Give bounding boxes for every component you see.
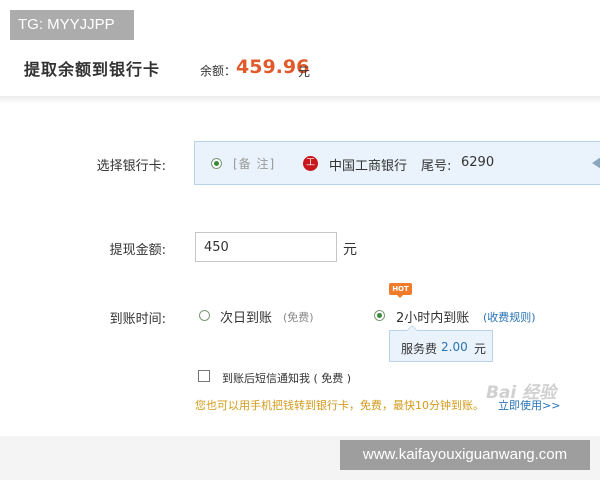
card-tail-label: 尾号: bbox=[421, 159, 452, 174]
bank-card-label: 选择银行卡: bbox=[96, 159, 166, 174]
bank-card-option[interactable]: [备 注] 工 中国工商银行 尾号: 6290 bbox=[194, 141, 600, 185]
icbc-logo-icon: 工 bbox=[303, 156, 318, 171]
hot-badge: HOT bbox=[389, 283, 412, 298]
header-divider bbox=[0, 96, 600, 104]
page-title: 提取余额到银行卡 bbox=[24, 60, 161, 79]
card-pointer-icon bbox=[592, 155, 600, 171]
sms-notify-checkbox[interactable] bbox=[198, 370, 210, 382]
service-fee-label: 服务费 bbox=[401, 342, 438, 356]
amount-label: 提现金额: bbox=[109, 243, 166, 258]
mobile-transfer-tip: 您也可以用手机把钱转到银行卡，免费，最快10分钟到账。 bbox=[195, 399, 484, 412]
two-hour-radio[interactable] bbox=[374, 310, 385, 321]
amount-unit: 元 bbox=[343, 242, 357, 258]
tg-watermark-tag: TG: MYYJJPP bbox=[10, 10, 134, 40]
service-fee-unit: 元 bbox=[474, 342, 487, 356]
two-hour-option-label[interactable]: 2小时内到账 bbox=[396, 307, 469, 326]
bank-name: 中国工商银行 bbox=[329, 159, 408, 174]
balance-label: 余额： bbox=[200, 64, 237, 78]
next-day-free-note: (免费) bbox=[283, 311, 314, 324]
site-watermark-tag: www.kaifayouxiguanwang.com bbox=[340, 440, 590, 470]
card-tail-number: 6290 bbox=[461, 155, 495, 170]
remark-link[interactable]: [备 注] bbox=[233, 155, 275, 172]
baidu-watermark: Bai 经验 bbox=[486, 383, 557, 403]
arrival-label: 到账时间: bbox=[109, 312, 166, 327]
next-day-radio[interactable] bbox=[199, 310, 210, 321]
next-day-option-label[interactable]: 次日到账 bbox=[220, 307, 272, 326]
bank-card-radio[interactable] bbox=[211, 158, 222, 169]
sms-notify-label[interactable]: 到账后短信通知我 ( 免费 ) bbox=[222, 370, 351, 386]
service-fee-value: 2.00 bbox=[441, 340, 468, 354]
balance-unit: 元 bbox=[298, 65, 311, 79]
fee-rules-link[interactable]: (收费规则) bbox=[483, 309, 536, 325]
amount-input[interactable] bbox=[195, 232, 337, 262]
service-fee-box: 服务费 2.00 元 bbox=[389, 325, 493, 362]
